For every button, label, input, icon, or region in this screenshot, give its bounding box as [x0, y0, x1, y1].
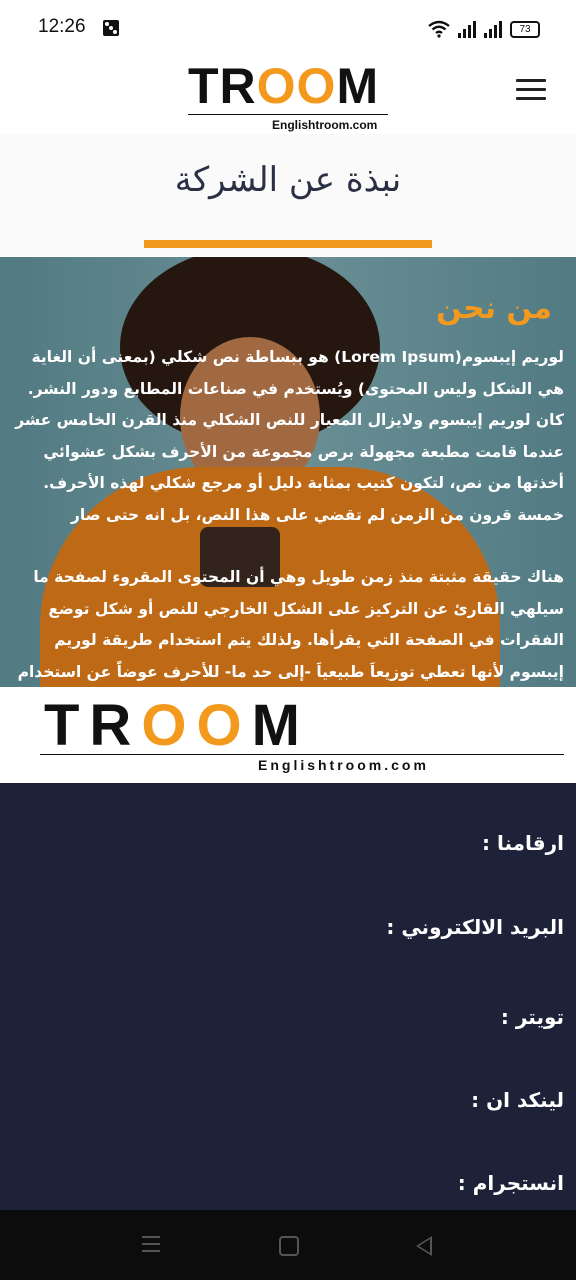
- system-navigation-bar: [0, 1210, 576, 1280]
- footer-linkedin: لينكد ان :: [471, 1088, 564, 1112]
- signal-icon-2: [484, 20, 502, 38]
- wifi-icon: [428, 20, 450, 38]
- footer-numbers: ارقامنا :: [482, 831, 564, 855]
- back-icon[interactable]: [416, 1236, 432, 1256]
- logo-wordmark: TROOM: [188, 58, 380, 114]
- logo-rule: [188, 114, 388, 115]
- about-paragraph-2: هناك حقيقة مثبتة منذ زمن طويل وهي أن الم…: [17, 568, 564, 681]
- status-icons: 73: [428, 18, 540, 40]
- footer-logo-wordmark: TROOM: [44, 693, 310, 758]
- about-paragraph-1: لوريم إيبسوم(Lorem Ipsum) هو ببساطة نص ش…: [15, 348, 564, 524]
- site-header: TROOM Englishtroom.com: [0, 56, 576, 134]
- footer-instagram: انستجرام :: [457, 1171, 564, 1195]
- battery-icon: 73: [510, 20, 540, 38]
- title-underline: [144, 240, 432, 248]
- status-time: 12:26: [38, 16, 86, 37]
- notification-icon: [103, 20, 119, 36]
- footer-logo-rule: [40, 754, 564, 755]
- about-heading: من نحن: [436, 291, 552, 326]
- footer-logo[interactable]: TROOM Englishtroom.com: [0, 687, 576, 783]
- about-hero: من نحن لوريم إيبسوم(Lorem Ipsum) هو ببسا…: [0, 257, 576, 687]
- logo-subtitle: Englishtroom.com: [272, 118, 378, 132]
- footer-twitter: تويتر :: [500, 1005, 564, 1029]
- footer-logo-subtitle: Englishtroom.com: [258, 757, 429, 773]
- home-icon[interactable]: [279, 1236, 299, 1256]
- footer-email: البريد الالكتروني :: [386, 915, 564, 939]
- page-title: نبذة عن الشركة: [174, 160, 402, 200]
- site-logo[interactable]: TROOM Englishtroom.com: [188, 60, 388, 134]
- hero-text: من نحن لوريم إيبسوم(Lorem Ipsum) هو ببسا…: [0, 257, 576, 687]
- hamburger-menu-icon[interactable]: [516, 79, 546, 101]
- page-title-section: نبذة عن الشركة: [0, 134, 576, 256]
- status-bar: 12:26 73: [0, 0, 576, 56]
- recent-apps-icon[interactable]: [142, 1236, 160, 1254]
- site-footer: ارقامنا : البريد الالكتروني : تويتر : لي…: [0, 783, 576, 1210]
- signal-icon-1: [458, 20, 476, 38]
